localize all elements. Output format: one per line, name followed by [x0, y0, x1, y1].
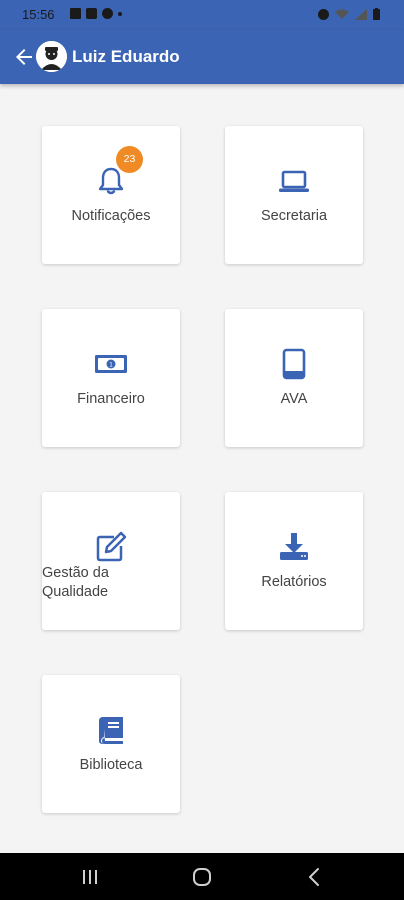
image-icon	[70, 8, 81, 19]
card-ava[interactable]: AVA	[225, 309, 363, 447]
tablet-icon	[282, 348, 306, 380]
card-biblioteca[interactable]: Biblioteca	[42, 675, 180, 813]
battery-icon	[373, 8, 380, 20]
status-left-icons	[70, 8, 122, 19]
card-relatorios[interactable]: Relatórios	[225, 492, 363, 630]
system-nav-bar	[0, 853, 404, 900]
card-financeiro[interactable]: 1 Financeiro	[42, 309, 180, 447]
avatar[interactable]	[36, 41, 67, 72]
card-secretaria[interactable]: Secretaria	[225, 126, 363, 264]
status-right-icons	[318, 8, 380, 20]
home-icon[interactable]	[189, 864, 215, 890]
recent-apps-icon[interactable]	[77, 864, 103, 890]
card-notificacoes[interactable]: 23 Notificações	[42, 126, 180, 264]
download-icon	[280, 533, 308, 560]
card-label: Biblioteca	[79, 757, 143, 773]
signal-icon	[355, 8, 367, 20]
card-label: AVA	[280, 391, 308, 407]
card-gestao-qualidade[interactable]: Gestão da Qualidade	[42, 492, 180, 630]
app-bar: Luiz Eduardo	[0, 30, 404, 84]
card-label: Gestão da Qualidade	[42, 565, 109, 600]
back-icon[interactable]	[302, 864, 328, 890]
alarm-icon	[318, 8, 329, 20]
notification-badge: 23	[116, 146, 143, 173]
arrow-back-icon[interactable]	[12, 45, 36, 69]
message-icon	[86, 8, 97, 19]
card-label: Secretaria	[260, 208, 328, 224]
user-avatar-icon	[36, 41, 67, 72]
data-saver-icon	[102, 8, 113, 19]
card-label: Notificações	[71, 208, 151, 224]
edit-icon	[96, 531, 127, 562]
dot-icon	[118, 11, 122, 16]
card-label: Relatórios	[261, 574, 327, 590]
book-icon	[99, 717, 123, 744]
laptop-icon	[279, 170, 309, 192]
card-label: Financeiro	[77, 391, 145, 407]
status-time: 15:56	[22, 7, 55, 22]
page-title: Luiz Eduardo	[72, 47, 180, 66]
money-icon: 1	[95, 355, 127, 373]
wifi-icon	[335, 9, 349, 19]
status-bar: 15:56	[0, 0, 404, 30]
